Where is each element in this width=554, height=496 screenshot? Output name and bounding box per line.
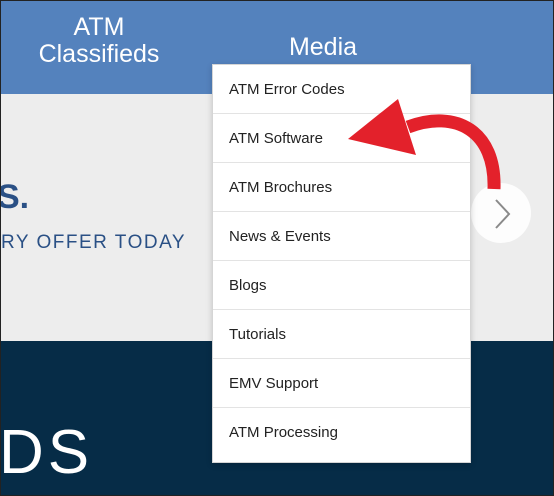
nav-media[interactable]: Media: [263, 34, 383, 61]
menu-item-atm-processing[interactable]: ATM Processing: [213, 408, 470, 457]
nav-atm-classifieds-line2: Classifieds: [38, 40, 160, 68]
hero-subline: RY OFFER TODAY: [1, 232, 187, 253]
hero-headline: S.: [0, 178, 30, 216]
nav-atm-classifieds[interactable]: ATM Classifieds: [19, 14, 179, 68]
menu-item-news-events[interactable]: News & Events: [213, 212, 470, 261]
menu-item-blogs[interactable]: Blogs: [213, 261, 470, 310]
menu-item-tutorials[interactable]: Tutorials: [213, 310, 470, 359]
screenshot-frame: ATM Classifieds Media S. RY OFFER TODAY …: [0, 0, 554, 496]
curved-arrow-icon: [348, 99, 501, 190]
nav-atm-classifieds-line1: ATM: [73, 13, 125, 41]
menu-item-emv-support[interactable]: EMV Support: [213, 359, 470, 408]
dark-section-heading: DS: [0, 418, 94, 487]
